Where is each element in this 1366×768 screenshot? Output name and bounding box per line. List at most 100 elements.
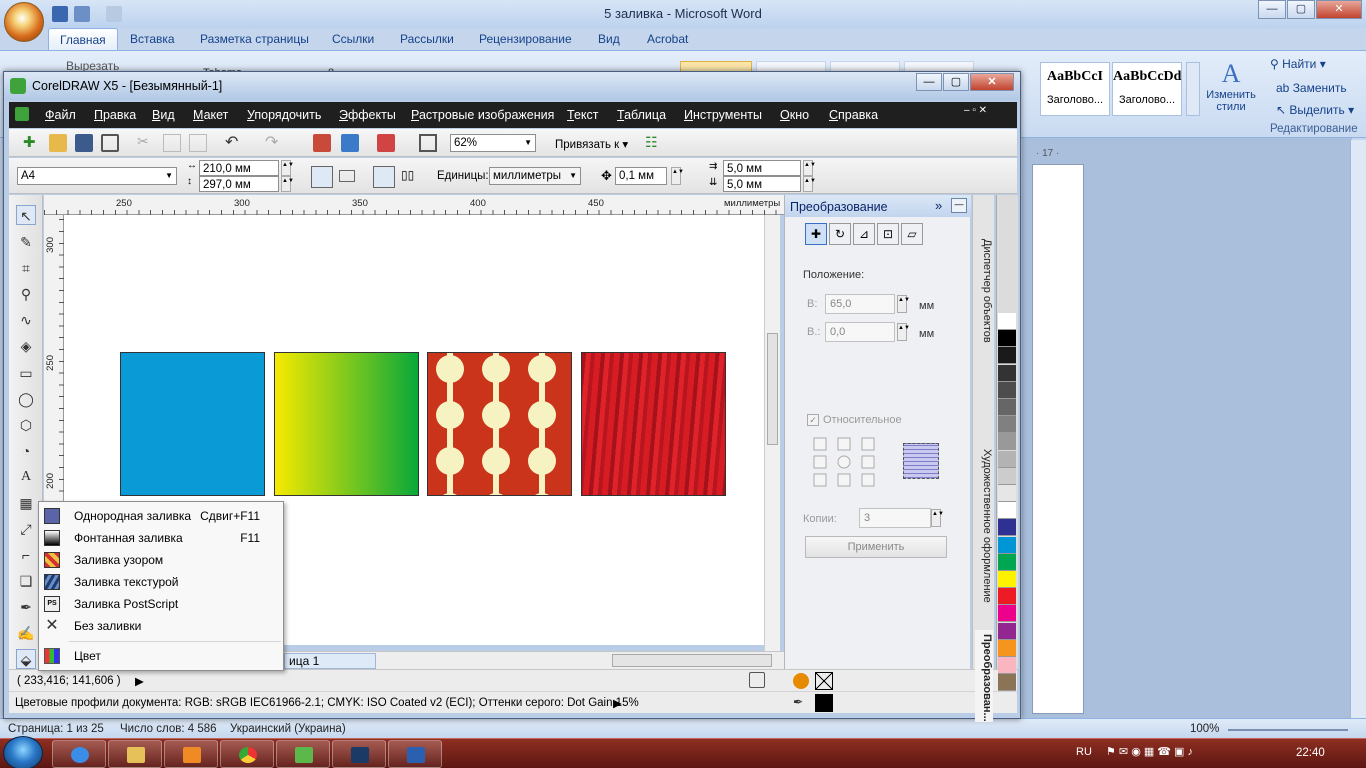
tab-artistic-media[interactable]: Художественное оформление <box>975 445 993 603</box>
outline-tool-icon[interactable]: ✍ <box>16 623 36 643</box>
pattern-fill-swatch[interactable] <box>427 352 572 496</box>
eyedropper-tool-icon[interactable]: ✒ <box>16 597 36 617</box>
freehand-tool-icon[interactable]: ∿ <box>16 310 36 330</box>
palette-color-swatch[interactable] <box>998 536 1016 554</box>
cut-icon[interactable]: ✂ <box>137 133 155 151</box>
maximize-button[interactable]: ▢ <box>1287 0 1315 19</box>
print-icon[interactable] <box>101 134 119 152</box>
taskbar-media-player[interactable] <box>164 740 218 768</box>
palette-color-swatch[interactable] <box>998 657 1016 674</box>
skew-mode-icon[interactable]: ▱ <box>901 223 923 245</box>
crop-tool-icon[interactable]: ⌗ <box>16 258 36 278</box>
palette-color-swatch[interactable] <box>998 622 1016 640</box>
menu-item-pattern-fill[interactable]: Заливка узором <box>40 549 282 571</box>
tab-mailings[interactable]: Рассылки <box>400 32 454 46</box>
menu-tools[interactable]: Инструменты <box>684 108 762 122</box>
page-height-field[interactable]: 297,0 мм <box>199 176 279 192</box>
palette-color-swatch[interactable] <box>998 313 1016 330</box>
word-scrollbar[interactable] <box>1350 140 1366 718</box>
rotate-mode-icon[interactable]: ↻ <box>829 223 851 245</box>
taskbar-coreldraw[interactable] <box>276 740 330 768</box>
docker-expand-icon[interactable]: » <box>935 198 942 213</box>
nudge-spinner[interactable]: ▲▼ <box>671 167 684 185</box>
fill-indicator-icon[interactable] <box>793 673 809 689</box>
tab-page-layout[interactable]: Разметка страницы <box>200 32 309 46</box>
menu-help[interactable]: Справка <box>829 108 878 122</box>
palette-color-swatch[interactable] <box>998 347 1016 365</box>
canvas-vertical-scrollbar[interactable] <box>764 215 780 653</box>
export-icon[interactable] <box>341 134 359 152</box>
no-fill-swatch[interactable] <box>815 672 833 690</box>
page-size-select[interactable]: A4 <box>17 167 177 185</box>
status-zoom[interactable]: 100% <box>1190 723 1219 735</box>
palette-color-swatch[interactable] <box>998 330 1016 348</box>
styles-scroll[interactable] <box>1186 62 1200 116</box>
zoom-slider[interactable] <box>1228 729 1348 731</box>
connector-tool-icon[interactable]: ⌐ <box>16 545 36 565</box>
taskbar-ie[interactable] <box>52 740 106 768</box>
horizontal-spinner[interactable]: ▲▼ <box>897 295 910 313</box>
close-button[interactable]: ✕ <box>1316 0 1362 19</box>
polygon-tool-icon[interactable]: ⬡ <box>16 415 36 435</box>
duplicate-x-spinner[interactable]: ▲▼ <box>803 160 816 176</box>
current-page-icon[interactable]: ▯▯ <box>401 168 419 186</box>
change-styles-button[interactable]: A Изменить стили <box>1206 59 1256 113</box>
style-heading-4[interactable]: AaBbCcDd Заголово... <box>1112 62 1182 116</box>
palette-color-swatch[interactable] <box>998 553 1016 571</box>
outline-color-swatch[interactable] <box>815 694 833 712</box>
scale-mirror-mode-icon[interactable]: ⊿ <box>853 223 875 245</box>
palette-color-swatch[interactable] <box>998 485 1016 502</box>
replace-button[interactable]: ab Заменить <box>1276 81 1347 95</box>
units-select[interactable]: миллиметры <box>489 167 581 185</box>
palette-color-swatch[interactable] <box>998 399 1016 416</box>
corel-maximize-button[interactable]: ▢ <box>943 73 969 91</box>
find-button[interactable]: ⚲ Найти ▾ <box>1270 57 1326 71</box>
fountain-fill-swatch[interactable] <box>274 352 419 496</box>
palette-color-swatch[interactable] <box>998 467 1016 485</box>
taskbar-chrome[interactable] <box>220 740 274 768</box>
all-pages-icon[interactable] <box>373 166 395 188</box>
menu-file[interactable]: Файл <box>45 108 76 122</box>
palette-color-swatch[interactable] <box>998 450 1016 468</box>
pick-tool-icon[interactable]: ↖ <box>16 205 36 225</box>
import-icon[interactable] <box>313 134 331 152</box>
menu-window[interactable]: Окно <box>780 108 809 122</box>
palette-color-swatch[interactable] <box>998 588 1016 606</box>
undo-icon[interactable]: ↶ <box>225 132 243 151</box>
zoom-level-field[interactable]: 62% <box>450 134 536 152</box>
texture-fill-swatch[interactable] <box>581 352 726 496</box>
corel-minimize-button[interactable]: — <box>916 73 942 91</box>
redo-icon[interactable]: ↷ <box>265 132 283 151</box>
tab-object-manager[interactable]: Диспетчер объектов <box>975 235 993 343</box>
color-profiles-text[interactable]: Цветовые профили документа: RGB: sRGB IE… <box>15 697 639 709</box>
page-height-spinner[interactable]: ▲▼ <box>281 176 294 192</box>
palette-color-swatch[interactable] <box>998 433 1016 451</box>
menu-text[interactable]: Текст <box>567 108 598 122</box>
outline-indicator-icon[interactable]: ✒ <box>793 695 807 711</box>
uniform-fill-swatch[interactable] <box>120 352 265 496</box>
paste-icon[interactable] <box>189 134 207 152</box>
start-button[interactable] <box>3 736 43 768</box>
tray-icons[interactable]: ⚑ ✉ ◉ ▦ ☎ ▣ ♪ <box>1106 745 1193 758</box>
anchor-grid[interactable] <box>813 437 877 487</box>
new-icon[interactable]: ✚ <box>23 134 41 152</box>
fill-tool-icon[interactable]: ⬙ <box>16 649 36 669</box>
page-tab[interactable]: ица 1 <box>284 653 376 669</box>
shape-tool-icon[interactable]: ✎ <box>16 232 36 252</box>
menu-layout[interactable]: Макет <box>193 108 228 122</box>
menu-table[interactable]: Таблица <box>617 108 666 122</box>
clock[interactable]: 22:40 <box>1296 747 1325 759</box>
interactive-effects-tool-icon[interactable]: ❏ <box>16 571 36 591</box>
menu-item-fountain-fill[interactable]: Фонтанная заливка F11 <box>40 527 282 549</box>
duplicate-distance-x-field[interactable]: 5,0 мм <box>723 160 801 176</box>
select-button[interactable]: ↖ Выделить ▾ <box>1276 103 1354 117</box>
palette-color-swatch[interactable] <box>998 639 1016 657</box>
tab-review[interactable]: Рецензирование <box>479 32 572 46</box>
scroll-thumb[interactable] <box>767 333 778 445</box>
menu-item-no-fill[interactable]: ✕ Без заливки <box>40 615 282 637</box>
menu-view[interactable]: Вид <box>152 108 175 122</box>
minimize-button[interactable]: — <box>1258 0 1286 19</box>
taskbar-word[interactable] <box>388 740 442 768</box>
save-icon[interactable] <box>75 134 93 152</box>
menu-edit[interactable]: Правка <box>94 108 136 122</box>
